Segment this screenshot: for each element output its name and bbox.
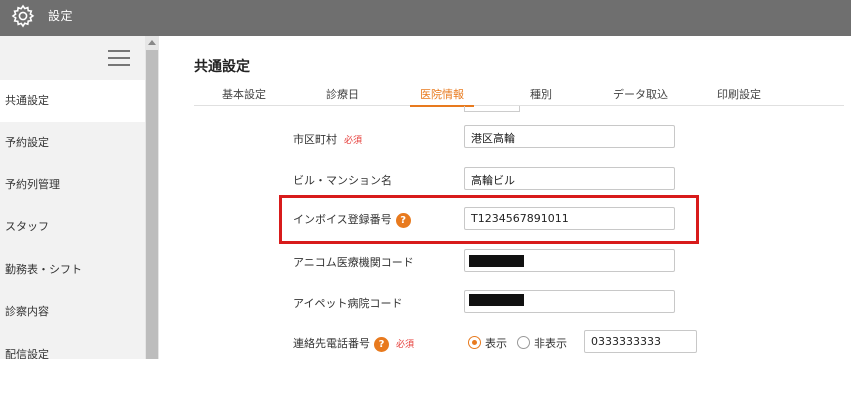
required-badge: 必須 (344, 136, 363, 146)
tab-basic-settings[interactable]: 基本設定 (222, 86, 266, 106)
required-badge: 必須 (396, 340, 415, 350)
partial-input-above[interactable] (464, 106, 520, 112)
tab-type[interactable]: 種別 (530, 86, 552, 106)
anicom-code-label: アニコム医療機関コード (293, 256, 414, 269)
page-title: 共通設定 (194, 59, 250, 75)
sidebar-item-common-settings[interactable]: 共通設定 (0, 80, 145, 122)
building-input[interactable]: 高輪ビル (464, 167, 675, 190)
sidebar-item-examination[interactable]: 診察内容 (0, 291, 145, 333)
sidebar-item-reservation-queue[interactable]: 予約列管理 (0, 164, 145, 206)
ipet-code-label: アイペット病院コード (293, 297, 403, 310)
tab-clinic-days[interactable]: 診療日 (326, 86, 359, 106)
hamburger-menu-icon[interactable] (108, 50, 130, 66)
tab-data-import[interactable]: データ取込 (613, 86, 668, 106)
tab-clinic-info[interactable]: 医院情報 (410, 86, 474, 107)
building-label: ビル・マンション名 (293, 174, 392, 187)
sidebar-scrollbar[interactable] (145, 36, 159, 359)
scrollbar-thumb[interactable] (146, 50, 158, 359)
sidebar-item-reservation-settings[interactable]: 予約設定 (0, 122, 145, 164)
radio-show-label: 表示 (485, 337, 507, 350)
top-bar: 設定 (0, 0, 851, 36)
city-input[interactable]: 港区高輪 (464, 125, 675, 148)
sidebar-item-shift[interactable]: 勤務表・シフト (0, 249, 145, 291)
city-label: 市区町村 必須 (293, 133, 363, 146)
redacted-block (469, 294, 524, 306)
redacted-block (469, 255, 524, 267)
gear-icon[interactable] (10, 3, 36, 29)
sidebar: 共通設定 予約設定 予約列管理 スタッフ 勤務表・シフト 診察内容 配信設定 (0, 36, 145, 359)
phone-label: 連絡先電話番号? 必須 (293, 336, 415, 352)
sidebar-item-delivery[interactable]: 配信設定 (0, 334, 145, 359)
radio-hide-label: 非表示 (534, 337, 567, 350)
tab-bar: 基本設定 診療日 医院情報 種別 データ取込 印刷設定 (194, 86, 844, 107)
radio-show[interactable] (468, 336, 481, 349)
radio-hide[interactable] (517, 336, 530, 349)
scroll-up-icon[interactable] (148, 40, 156, 45)
highlight-box (279, 195, 699, 244)
help-icon[interactable]: ? (374, 336, 389, 352)
tab-print-settings[interactable]: 印刷設定 (717, 86, 761, 106)
page-header-title: 設定 (48, 9, 74, 23)
sidebar-item-staff[interactable]: スタッフ (0, 206, 145, 248)
phone-input[interactable]: 0333333333 (584, 330, 697, 353)
